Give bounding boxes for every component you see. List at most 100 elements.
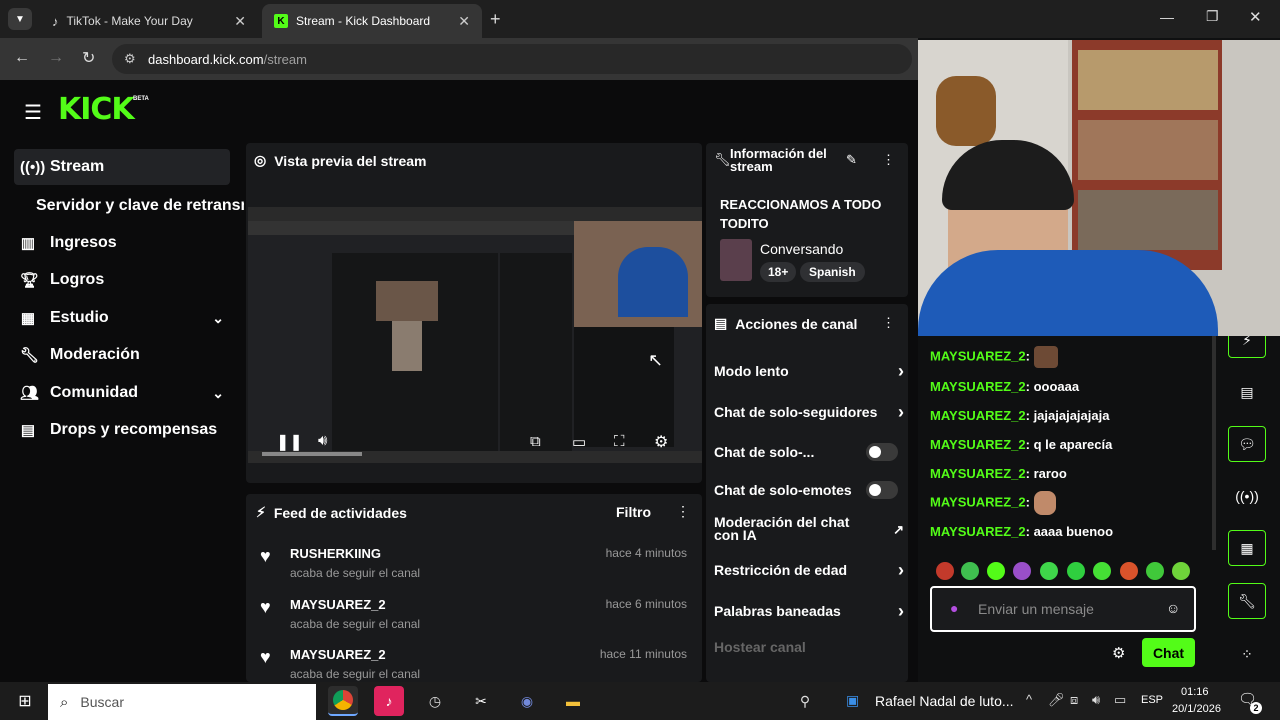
emote-icon[interactable]	[1040, 562, 1058, 580]
close-tab-icon[interactable]: ✕	[234, 13, 246, 30]
category-thumbnail[interactable]	[720, 239, 752, 281]
chat-username[interactable]: MAYSUAREZ_2	[930, 437, 1026, 452]
network-icon[interactable]: ▭	[1114, 692, 1126, 708]
chat-username[interactable]: MAYSUAREZ_2	[930, 466, 1026, 481]
chat-send-button[interactable]: Chat	[1142, 638, 1195, 667]
chat-username[interactable]: MAYSUAREZ_2	[930, 379, 1026, 394]
emote-icon[interactable]	[987, 562, 1005, 580]
people-icon[interactable]: ⚲	[790, 686, 820, 716]
new-tab-icon[interactable]: +	[490, 9, 501, 30]
tray-chevron-icon[interactable]: ^	[1026, 692, 1032, 707]
url-field[interactable]: ⚙ dashboard.kick.com/stream	[112, 44, 912, 74]
menu-icon[interactable]: ☰	[24, 100, 42, 125]
restore-icon[interactable]: ❐	[1206, 8, 1219, 25]
chat-username[interactable]: MAYSUAREZ_2	[930, 348, 1026, 363]
sidebar-item-comunidad[interactable]: 👥︎ Comunidad ⌄	[14, 375, 230, 411]
emote-icon[interactable]	[1120, 562, 1138, 580]
volume-icon[interactable]: 🔊︎	[318, 432, 327, 449]
chat-settings-icon[interactable]: ⚙	[1112, 644, 1125, 662]
action-slow-mode[interactable]: Modo lento ›	[714, 361, 904, 381]
chat-username[interactable]: MAYSUAREZ_2	[930, 524, 1026, 539]
more-options-icon[interactable]: ⋮	[882, 152, 895, 168]
reload-icon[interactable]: ↻	[82, 48, 95, 68]
emoji-icon[interactable]: ☺	[1166, 600, 1180, 616]
tab-label: TikTok - Make Your Day	[66, 14, 193, 28]
action-banned-words[interactable]: Palabras baneadas ›	[714, 601, 904, 621]
fullscreen-icon[interactable]: ⛶	[614, 433, 625, 450]
chat-username[interactable]: MAYSUAREZ_2	[930, 408, 1026, 423]
emote-icon[interactable]	[1146, 562, 1164, 580]
microphone-icon[interactable]: ●	[950, 600, 958, 616]
settings-icon[interactable]: ⚙	[654, 432, 668, 452]
stream-video[interactable]	[248, 207, 702, 463]
chrome-icon[interactable]	[328, 686, 358, 716]
sidebar-item-stream[interactable]: ((•)) Stream	[14, 149, 230, 185]
camera-tray-icon[interactable]: ⧈	[1070, 692, 1078, 708]
activity-panel-icon[interactable]: ▦	[1228, 530, 1266, 566]
tab-list-icon[interactable]: ▼	[8, 8, 32, 30]
broadcast-icon[interactable]: ((•))	[1228, 478, 1266, 514]
toggle-switch[interactable]	[866, 443, 898, 461]
discord-icon[interactable]: ◉	[512, 686, 542, 716]
emote-icon[interactable]	[936, 562, 954, 580]
edit-icon[interactable]: ✎	[846, 152, 857, 168]
language-indicator[interactable]: ESP	[1141, 694, 1163, 706]
sidebar-item-logros[interactable]: 🏆︎ Logros	[14, 262, 230, 298]
sidebar-item-estudio[interactable]: ▦ Estudio ⌄	[14, 300, 230, 336]
pip-icon[interactable]: ⧉	[530, 433, 541, 450]
chat-scrollbar[interactable]	[1212, 330, 1216, 550]
emote-icon[interactable]	[1013, 562, 1031, 580]
category-label[interactable]: Conversando	[760, 241, 843, 257]
action-ai-moderation[interactable]: Moderación del chat con IA ↗	[714, 515, 904, 543]
filter-button[interactable]: Filtro	[616, 504, 651, 520]
clock-date[interactable]: 20/1/2026	[1172, 703, 1221, 715]
tab-kick-dashboard[interactable]: K Stream - Kick Dashboard ✕	[262, 4, 482, 38]
taskbar-search[interactable]: ⌕ Buscar	[48, 684, 316, 720]
clock-time[interactable]: 01:16	[1181, 686, 1209, 698]
volume-tray-icon[interactable]: 🔊︎	[1092, 692, 1100, 708]
minimize-icon[interactable]: —	[1160, 9, 1174, 25]
feed-user[interactable]: MAYSUAREZ_2	[290, 647, 386, 662]
folder-icon[interactable]: ▬	[558, 686, 588, 716]
sidebar-item-server-key[interactable]: Servidor y clave de retransm	[36, 197, 244, 215]
sidebar-item-ingresos[interactable]: ▥ Ingresos	[14, 225, 230, 261]
back-icon[interactable]: ←	[14, 49, 30, 67]
document-icon[interactable]: ▤	[1228, 374, 1266, 410]
action-label: Moderación del chat con IA	[714, 514, 850, 543]
close-tab-icon[interactable]: ✕	[458, 13, 470, 30]
volume-slider[interactable]	[262, 452, 362, 456]
action-age-restriction[interactable]: Restricción de edad ›	[714, 560, 904, 580]
emote-icon[interactable]	[1172, 562, 1190, 580]
chat-input[interactable]: ● Enviar un mensaje ☺	[930, 586, 1196, 632]
news-widget[interactable]: Rafael Nadal de luto...	[875, 693, 1014, 709]
pause-icon[interactable]: ❚❚	[276, 432, 303, 452]
wrench-icon[interactable]: 🔧︎	[1228, 583, 1266, 619]
kick-logo[interactable]: KICK	[58, 92, 135, 127]
more-options-icon[interactable]: ⋮	[676, 503, 690, 520]
sidebar-item-drops[interactable]: ▤ Drops y recompensas	[14, 412, 230, 448]
site-info-icon[interactable]: ⚙	[124, 51, 136, 67]
emote-icon[interactable]	[961, 562, 979, 580]
action-followers-only[interactable]: Chat de solo-seguidores ›	[714, 402, 904, 422]
layout-icon[interactable]: ⁘	[1228, 636, 1266, 672]
tab-tiktok[interactable]: ♪ TikTok - Make Your Day ✕	[40, 4, 258, 38]
clock-app-icon[interactable]: ◷	[420, 686, 450, 716]
tiktok-icon[interactable]: ♪	[374, 686, 404, 716]
news-icon[interactable]: ▣	[846, 692, 859, 709]
chat-message: MAYSUAREZ_2: q le aparecía	[930, 437, 1113, 452]
more-options-icon[interactable]: ⋮	[882, 315, 895, 331]
windows-start-icon[interactable]: ⊞	[10, 686, 40, 716]
toggle-switch[interactable]	[866, 481, 898, 499]
emote-icon[interactable]	[1093, 562, 1111, 580]
feed-user[interactable]: RUSHERKIING	[290, 546, 381, 561]
emote-icon[interactable]	[1067, 562, 1085, 580]
sidebar-item-moderacion[interactable]: 🔧︎ Moderación	[14, 337, 230, 373]
chat-bubble-icon[interactable]: 💬︎	[1228, 426, 1266, 462]
capcut-icon[interactable]: ✂	[466, 686, 496, 716]
feed-user[interactable]: MAYSUAREZ_2	[290, 597, 386, 612]
theater-icon[interactable]: ▭	[572, 433, 586, 451]
forward-icon[interactable]: →	[48, 49, 64, 67]
chat-username[interactable]: MAYSUAREZ_2	[930, 494, 1026, 509]
close-window-icon[interactable]: ✕	[1249, 8, 1262, 26]
mic-tray-icon[interactable]: 🎤︎	[1048, 692, 1065, 708]
